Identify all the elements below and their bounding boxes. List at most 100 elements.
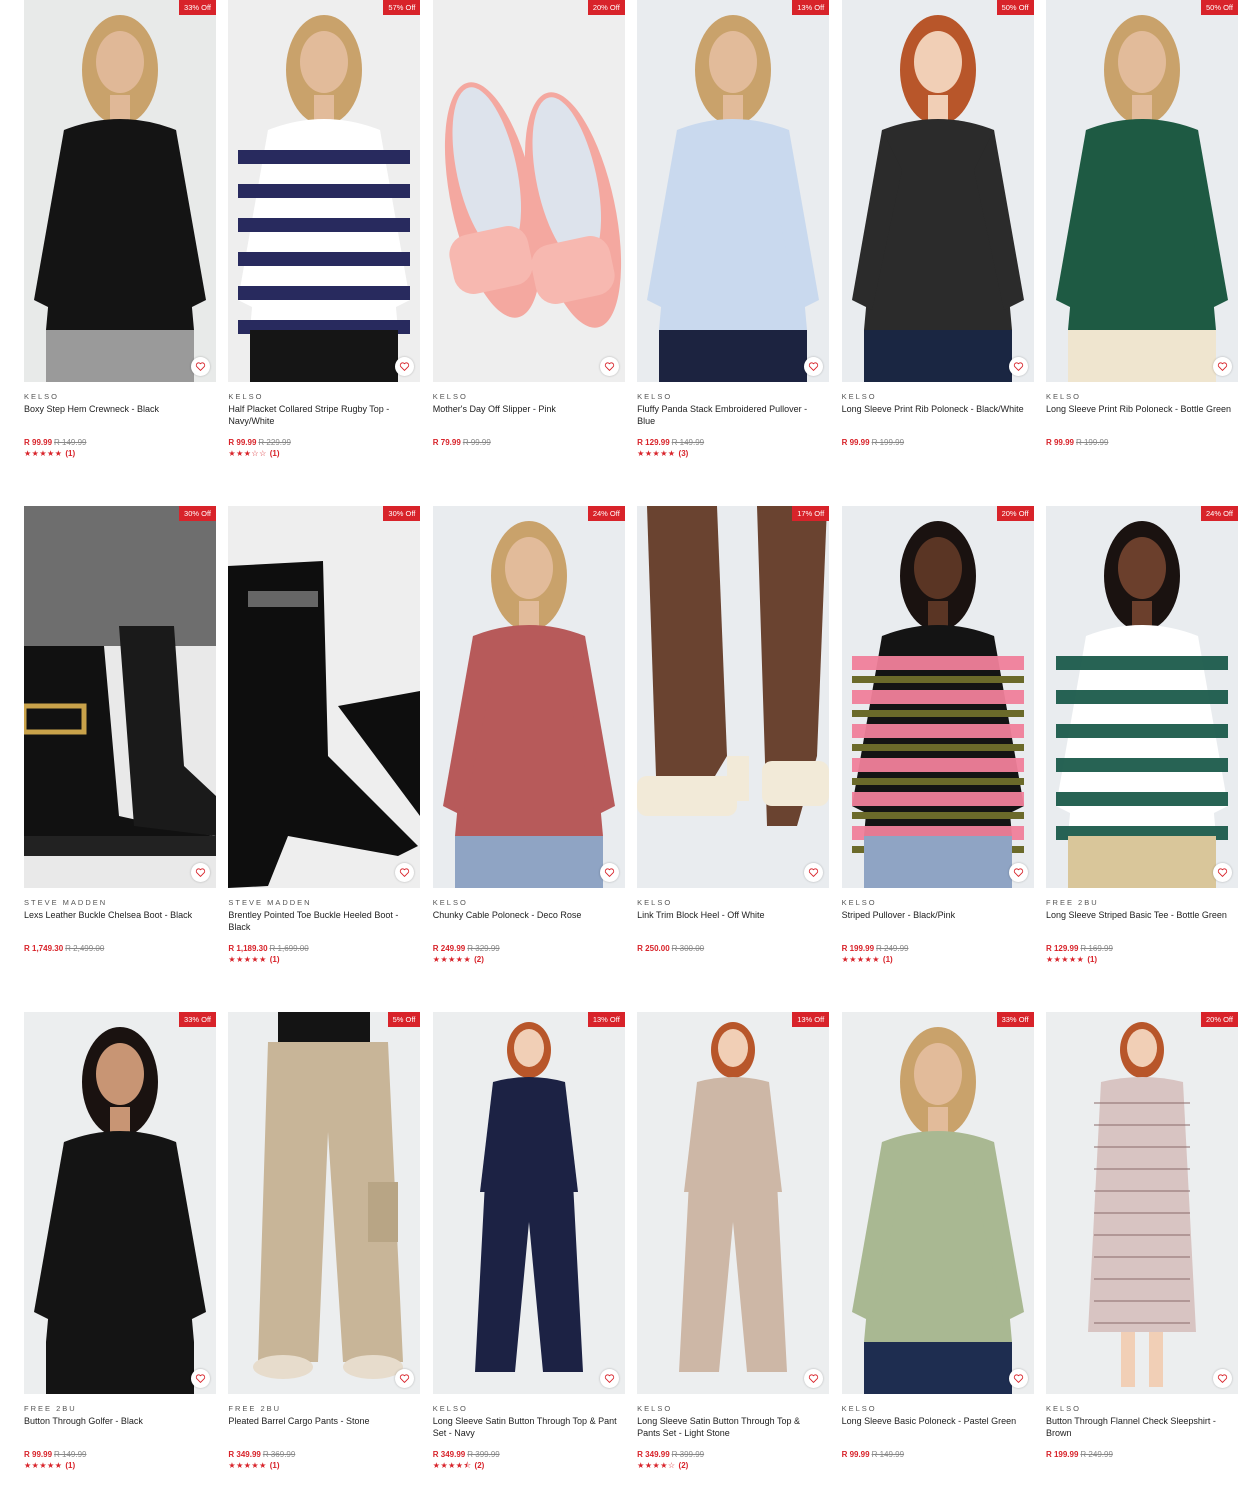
wishlist-button[interactable] [191, 357, 210, 376]
product-card[interactable]: 24% Off KELSO Chunky Cable Poloneck - Deco… [432, 506, 625, 1012]
review-count[interactable]: (1) [65, 1461, 75, 1470]
product-photo [228, 1012, 421, 1394]
product-image[interactable]: 30% Off [228, 506, 421, 888]
product-card[interactable]: 13% Off KELSO Long Sleeve Satin Button Thr… [432, 1012, 625, 1509]
product-image[interactable]: 30% Off [24, 506, 216, 888]
star-rating: ★★★★★ [228, 1461, 267, 1470]
heart-icon [195, 362, 206, 371]
heart-icon [809, 362, 819, 371]
product-card[interactable]: 50% Off KELSO Long Sleeve Print Rib Polone… [1045, 0, 1238, 506]
product-title[interactable]: Long Sleeve Basic Poloneck - Pastel Gree… [842, 1416, 1034, 1450]
review-count[interactable]: (1) [270, 955, 280, 964]
product-image[interactable]: 33% Off [841, 1012, 1034, 1394]
wishlist-button[interactable] [1212, 863, 1232, 882]
rating-row [842, 448, 1034, 459]
brand-name: KELSO [841, 392, 877, 401]
product-card[interactable]: 33% Off FREE 2BU Button Through Golfer - B… [24, 1012, 216, 1509]
product-image[interactable]: 50% Off [841, 0, 1034, 382]
rating-row [1046, 1460, 1238, 1471]
wishlist-button[interactable] [1212, 1369, 1232, 1388]
product-card[interactable]: 57% Off KELSO Half Placket Collared Stripe… [228, 0, 421, 506]
sale-price: R 129.99 [1045, 944, 1079, 953]
brand-name: KELSO [228, 392, 264, 401]
original-price: R 249.99 [1080, 1450, 1113, 1459]
product-image[interactable]: 13% Off [637, 0, 830, 382]
wishlist-button[interactable] [191, 1369, 210, 1388]
review-count[interactable]: (2) [474, 955, 484, 964]
product-image[interactable]: 5% Off [228, 1012, 421, 1394]
product-title[interactable]: Link Trim Block Heel - Off White [637, 910, 829, 944]
product-card[interactable]: 17% Off KELSO Link Trim Block Heel - Off W… [637, 506, 830, 1012]
product-card[interactable]: 20% Off KELSO Striped Pullover - Black/Pin… [841, 506, 1034, 1012]
product-image[interactable]: 20% Off [1045, 1012, 1238, 1394]
product-title[interactable]: Striped Pullover - Black/Pink [842, 910, 1034, 944]
review-count[interactable]: (1) [883, 955, 893, 964]
product-grid: 33% Off KELSO Boxy Step Hem Crewneck - Bla… [24, 0, 1238, 1509]
product-title[interactable]: Fluffy Panda Stack Embroidered Pullover … [637, 404, 829, 438]
product-title[interactable]: Long Sleeve Satin Button Through Top & P… [637, 1416, 829, 1450]
discount-badge: 13% Off [792, 1012, 830, 1027]
product-card[interactable]: 5% Off FREE 2BU Pleated Barrel Cargo Pants… [228, 1012, 421, 1509]
brand-name: KELSO [637, 898, 673, 907]
product-title[interactable]: Mother's Day Off Slipper - Pink [433, 404, 625, 438]
product-title[interactable]: Button Through Flannel Check Sleepshirt … [1046, 1416, 1238, 1450]
original-price: R 149.99 [671, 438, 705, 447]
product-image[interactable]: 13% Off [637, 1012, 830, 1394]
product-image[interactable]: 57% Off [228, 0, 421, 382]
product-title[interactable]: Boxy Step Hem Crewneck - Black [24, 404, 216, 438]
product-card[interactable]: 30% Off STEVE MADDEN Lexs Leather Buckle C… [24, 506, 216, 1012]
product-card[interactable]: 50% Off KELSO Long Sleeve Print Rib Polone… [841, 0, 1034, 506]
product-image[interactable]: 50% Off [1045, 0, 1238, 382]
product-card[interactable]: 20% Off KELSO Mother's Day Off Slipper - P… [432, 0, 625, 506]
heart-icon [1013, 362, 1023, 371]
review-count[interactable]: (2) [475, 1461, 485, 1470]
price-row: R 99.99 R 199.99 [842, 438, 1034, 448]
product-image[interactable]: 20% Off [432, 0, 625, 382]
product-image[interactable]: 24% Off [1045, 506, 1238, 888]
product-card[interactable]: 13% Off KELSO Long Sleeve Satin Button Thr… [637, 1012, 830, 1509]
wishlist-button[interactable] [1212, 357, 1232, 376]
product-title[interactable]: Half Placket Collared Stripe Rugby Top -… [228, 404, 420, 438]
product-image[interactable]: 17% Off [637, 506, 830, 888]
product-card[interactable]: 20% Off KELSO Button Through Flannel Check… [1045, 1012, 1238, 1509]
brand-name: FREE 2BU [24, 1404, 77, 1413]
wishlist-button[interactable] [599, 1369, 619, 1388]
wishlist-button[interactable] [191, 863, 210, 882]
product-card[interactable]: 24% Off FREE 2BU Long Sleeve Striped Basic… [1045, 506, 1238, 1012]
product-card[interactable]: 33% Off KELSO Long Sleeve Basic Poloneck -… [841, 1012, 1034, 1509]
review-count[interactable]: (1) [65, 449, 75, 458]
product-card[interactable]: 13% Off KELSO Fluffy Panda Stack Embroider… [637, 0, 830, 506]
wishlist-button[interactable] [1008, 863, 1028, 882]
review-count[interactable]: (3) [679, 449, 689, 458]
review-count[interactable]: (2) [679, 1461, 689, 1470]
product-card[interactable]: 33% Off KELSO Boxy Step Hem Crewneck - Bla… [24, 0, 216, 506]
review-count[interactable]: (1) [1087, 955, 1097, 964]
wishlist-button[interactable] [1008, 357, 1028, 376]
product-title[interactable]: Long Sleeve Satin Button Through Top & P… [433, 1416, 625, 1450]
product-image[interactable]: 33% Off [24, 1012, 216, 1394]
original-price: R 329.99 [467, 944, 500, 953]
product-title[interactable]: Long Sleeve Print Rib Poloneck - Black/W… [842, 404, 1034, 438]
product-card[interactable]: 30% Off STEVE MADDEN Brentley Pointed Toe … [228, 506, 421, 1012]
wishlist-button[interactable] [1008, 1369, 1028, 1388]
wishlist-button[interactable] [599, 357, 619, 376]
price-row: R 199.99 R 249.99 [842, 944, 1034, 954]
product-image[interactable]: 33% Off [24, 0, 216, 382]
product-title[interactable]: Button Through Golfer - Black [24, 1416, 216, 1450]
product-image[interactable]: 24% Off [432, 506, 625, 888]
review-count[interactable]: (1) [270, 1461, 280, 1470]
wishlist-button[interactable] [599, 863, 619, 882]
product-image[interactable]: 13% Off [432, 1012, 625, 1394]
review-count[interactable]: (1) [270, 449, 280, 458]
product-photo [24, 0, 216, 382]
product-image[interactable]: 20% Off [841, 506, 1034, 888]
product-title[interactable]: Brentley Pointed Toe Buckle Heeled Boot … [228, 910, 420, 944]
product-title[interactable]: Chunky Cable Poloneck - Deco Rose [433, 910, 625, 944]
product-title[interactable]: Long Sleeve Print Rib Poloneck - Bottle … [1046, 404, 1238, 438]
product-title[interactable]: Lexs Leather Buckle Chelsea Boot - Black [24, 910, 216, 944]
product-title[interactable]: Pleated Barrel Cargo Pants - Stone [228, 1416, 420, 1450]
brand-name: KELSO [841, 898, 877, 907]
rating-row: ★★★★☆ (2) [637, 1460, 829, 1471]
product-title[interactable]: Long Sleeve Striped Basic Tee - Bottle G… [1046, 910, 1238, 944]
brand-name: KELSO [432, 392, 468, 401]
